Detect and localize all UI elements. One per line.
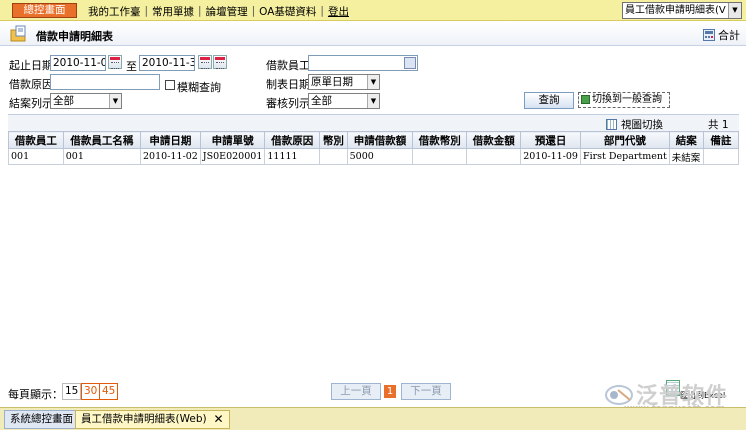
column-header[interactable]: 部門代號	[579, 131, 670, 149]
grid-view-icon	[606, 119, 617, 130]
table-cell	[466, 148, 522, 165]
table-cell: 2010-11-09	[520, 148, 581, 165]
case-label: 結案列示	[9, 97, 53, 110]
column-header[interactable]: 備註	[702, 131, 740, 149]
column-header[interactable]: 申請單號	[199, 131, 266, 149]
column-header[interactable]: 借款原因	[264, 131, 321, 149]
employee-label: 借款員工	[266, 59, 310, 72]
column-header[interactable]: 借款金額	[466, 131, 522, 149]
next-page-button[interactable]: 下一頁	[401, 383, 451, 400]
bottom-tab-bar: 系統總控畫面 員工借款申請明細表(Web) ✕	[0, 407, 746, 430]
calendar-icon[interactable]	[108, 55, 122, 69]
chevron-down-icon[interactable]: ▼	[109, 94, 121, 108]
table-cell: 5000	[346, 148, 414, 165]
calendar-icon[interactable]	[198, 55, 212, 69]
calculator-icon	[703, 29, 715, 41]
date-to-input[interactable]: 2010-11-30	[139, 55, 195, 71]
date-range-label: 起止日期	[9, 59, 53, 72]
table-date-select[interactable]: 原單日期 ▼	[308, 74, 380, 90]
fuzzy-query-checkbox[interactable]	[165, 80, 175, 90]
grid-toolbar: 視圖切換 共 1 條	[8, 114, 739, 146]
column-header[interactable]: 結案	[668, 131, 704, 149]
form-selector[interactable]: 員工借款申請明細表(V ▼	[622, 2, 742, 19]
table-cell: First Department	[579, 148, 670, 165]
switch-query-label: 切換到一般查詢	[592, 94, 662, 105]
column-header[interactable]: 借款員工	[8, 131, 64, 149]
menu-item-common-docs[interactable]: 常用單據	[148, 4, 198, 19]
home-button[interactable]: 總控畫面	[12, 3, 77, 18]
tab-loan-detail[interactable]: 員工借款申請明細表(Web) ✕	[75, 410, 230, 429]
menu-item-workbench[interactable]: 我的工作臺	[84, 4, 145, 19]
top-menu-bar: 總控畫面 我的工作臺 | 常用單據 | 論壇管理 | OA基礎資料 | 登出 員…	[0, 0, 746, 21]
calendar-clear-icon[interactable]	[213, 55, 227, 69]
employee-input[interactable]	[308, 55, 418, 71]
data-table: 借款員工 借款員工名稱 申請日期 申請單號 借款原因 幣別 申請借款額 借款幣別…	[8, 131, 740, 165]
table-cell: 2010-11-02	[140, 148, 201, 165]
fuzzy-query-label: 模糊查詢	[177, 81, 221, 94]
tab-label: 系統總控畫面	[10, 413, 73, 425]
switch-icon	[581, 95, 590, 104]
table-cell: 未結案	[668, 148, 704, 165]
logout-link[interactable]: 登出	[324, 4, 353, 19]
total-label: 合計	[718, 29, 740, 42]
case-value: 全部	[53, 95, 74, 107]
per-page-30[interactable]: 30	[81, 383, 101, 400]
chevron-down-icon[interactable]: ▼	[728, 3, 741, 18]
reason-input[interactable]	[50, 74, 160, 90]
current-page[interactable]: 1	[384, 385, 396, 398]
column-header[interactable]: 申請借款額	[346, 131, 414, 149]
close-icon[interactable]: ✕	[214, 411, 224, 428]
audit-label: 審核列示	[266, 97, 310, 110]
table-cell	[412, 148, 468, 165]
form-selector-value: 員工借款申請明細表(V	[625, 5, 726, 16]
column-header[interactable]: 幣別	[319, 131, 348, 149]
date-from-input[interactable]: 2010-11-01	[50, 55, 106, 71]
case-select[interactable]: 全部 ▼	[50, 93, 122, 109]
menu-item-oa-basic[interactable]: OA基礎資料	[255, 4, 320, 19]
reason-label: 借款原因	[9, 78, 53, 91]
main-menu: 我的工作臺 | 常用單據 | 論壇管理 | OA基礎資料 | 登出	[84, 4, 353, 18]
column-header[interactable]: 借款幣別	[412, 131, 468, 149]
table-cell	[702, 148, 740, 165]
table-header-row: 借款員工 借款員工名稱 申請日期 申請單號 借款原因 幣別 申請借款額 借款幣別…	[8, 131, 740, 149]
column-header[interactable]: 預還日	[520, 131, 581, 149]
view-switch-button[interactable]: 視圖切換	[606, 117, 663, 132]
tab-label: 員工借款申請明細表(Web)	[81, 413, 207, 425]
table-cell: 001	[62, 148, 142, 165]
switch-query-button[interactable]: 切換到一般查詢	[578, 92, 670, 108]
page-title: 借款申請明細表	[36, 30, 113, 43]
folder-document-icon	[10, 25, 26, 42]
chevron-down-icon[interactable]: ▼	[367, 75, 379, 89]
per-page-label: 每頁顯示：	[8, 388, 63, 401]
prev-page-button[interactable]: 上一頁	[331, 383, 381, 400]
view-switch-label: 視圖切換	[621, 119, 663, 131]
query-button[interactable]: 查詢	[524, 92, 574, 109]
menu-item-forum[interactable]: 論壇管理	[202, 4, 252, 19]
tab-system-home[interactable]: 系統總控畫面	[4, 410, 79, 429]
pagination-bar: 每頁顯示： 15 30 45 上一頁 1 下一頁 匯出到Excel	[0, 380, 746, 404]
to-label: 至	[126, 60, 137, 73]
column-header[interactable]: 申請日期	[140, 131, 201, 149]
search-icon[interactable]	[404, 57, 416, 69]
per-page-45[interactable]: 45	[99, 383, 119, 400]
per-page-15[interactable]: 15	[62, 383, 82, 400]
table-row[interactable]: 001 001 2010-11-02 JS0E020001 11111 5000…	[8, 148, 740, 165]
chevron-down-icon[interactable]: ▼	[367, 94, 379, 108]
total-button[interactable]: 合計	[703, 27, 740, 43]
page-header: 借款申請明細表 合計	[0, 22, 746, 46]
table-cell: JS0E020001	[199, 148, 266, 165]
table-cell: 001	[8, 148, 64, 165]
table-cell	[319, 148, 348, 165]
table-date-value: 原單日期	[311, 76, 353, 88]
table-date-label: 制表日期	[266, 78, 310, 91]
table-cell: 11111	[264, 148, 321, 165]
column-header[interactable]: 借款員工名稱	[62, 131, 142, 149]
audit-select[interactable]: 全部 ▼	[308, 93, 380, 109]
audit-value: 全部	[311, 95, 332, 107]
